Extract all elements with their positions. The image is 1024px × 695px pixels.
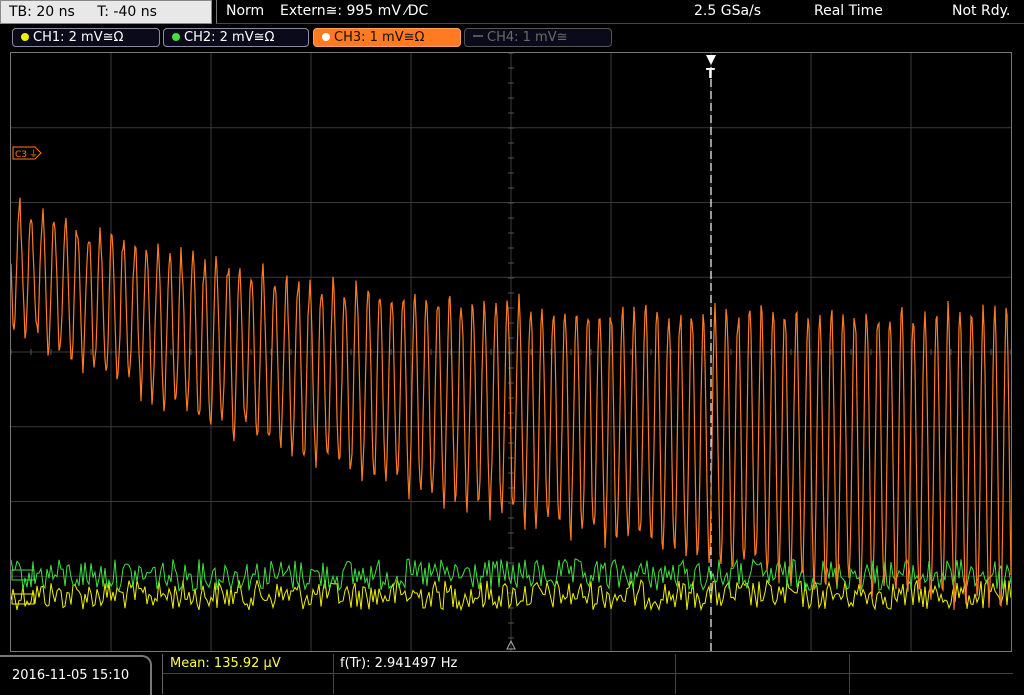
- channel-1-button[interactable]: CH1: 2 mV≅Ω: [12, 28, 160, 47]
- channel-4-label: CH4: 1 mV≅: [487, 30, 568, 45]
- trigger-marker[interactable]: T: [706, 55, 716, 82]
- channel-3-marker-label: C3: [15, 150, 27, 160]
- trigger-marker-label: T: [706, 67, 715, 82]
- timebase-label: TB: 20 ns: [9, 4, 75, 20]
- channel-2-button[interactable]: CH2: 2 mV≅Ω: [163, 28, 309, 47]
- measurement-panel[interactable]: [162, 654, 1013, 694]
- channel-3-ground-icon: ⏚: [29, 149, 38, 160]
- datetime-box: 2016-11-05 15:10: [0, 655, 152, 695]
- channel-1-label: CH1: 2 mV≅Ω: [33, 30, 124, 45]
- graticule: [10, 52, 1012, 651]
- trigger-marker-icon: [706, 55, 716, 65]
- status-bar: TB: 20 ns T: -40 ns Norm Extern≅: 995 mV…: [0, 0, 1024, 26]
- channel-3-label: CH3: 1 mV≅Ω: [334, 30, 425, 45]
- channel-2-ground-marker: [11, 569, 35, 581]
- trigger-time-label: T: -40 ns: [97, 4, 157, 20]
- sample-rate-label[interactable]: 2.5 GSa/s: [694, 0, 761, 24]
- waveform-display[interactable]: C3 ⏚ T: [10, 52, 1012, 652]
- channel-2-label: CH2: 2 mV≅Ω: [184, 30, 275, 45]
- channel-3-button[interactable]: CH3: 1 mV≅Ω: [313, 28, 461, 47]
- channel-bar: CH1: 2 mV≅Ω CH2: 2 mV≅Ω CH3: 1 mV≅Ω CH4:…: [0, 26, 1024, 50]
- channel-2-dot-icon: [172, 33, 180, 41]
- waveform-svg: C3 ⏚ T: [10, 52, 1012, 651]
- channel-3-dot-icon: [322, 33, 330, 41]
- frequency-measurement[interactable]: f(Tr): 2.941497 Hz: [340, 654, 457, 674]
- trigger-mode-label[interactable]: Norm: [226, 0, 264, 24]
- channel-4-off-icon: [473, 35, 483, 37]
- datetime-label: 2016-11-05 15:10: [12, 668, 130, 683]
- channel-3-marker[interactable]: C3 ⏚: [12, 146, 42, 160]
- acq-mode-label[interactable]: Real Time: [814, 0, 883, 24]
- channel-4-button[interactable]: CH4: 1 mV≅: [464, 28, 612, 47]
- channel-1-dot-icon: [21, 33, 29, 41]
- trigger-source-label[interactable]: Extern≅: 995 mV ⁄DC: [280, 0, 428, 24]
- run-state-label[interactable]: Not Rdy.: [952, 0, 1010, 24]
- timebase-box[interactable]: TB: 20 ns T: -40 ns: [0, 0, 212, 24]
- mean-measurement[interactable]: Mean: 135.92 µV: [170, 654, 281, 674]
